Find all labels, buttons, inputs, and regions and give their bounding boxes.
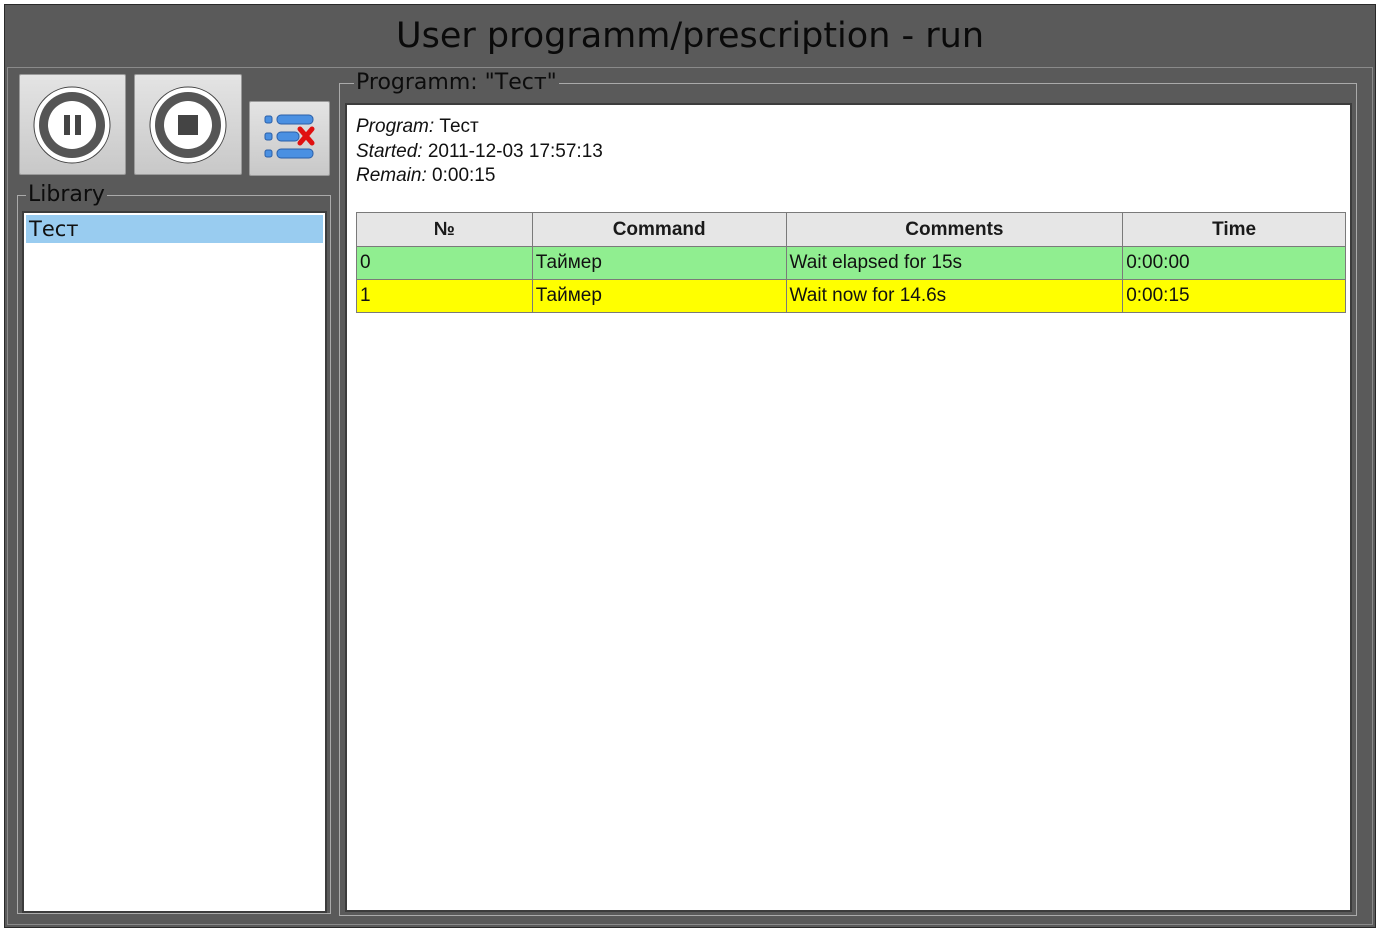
- table-header-row: № Command Comments Time: [356, 212, 1346, 247]
- pause-button[interactable]: [19, 74, 126, 175]
- cell-time: 0:00:00: [1122, 246, 1346, 280]
- stop-button[interactable]: [134, 74, 242, 175]
- remain-value: 0:00:15: [432, 165, 496, 186]
- list-remove-icon: [264, 114, 315, 159]
- library-item-test[interactable]: Тест: [26, 215, 323, 243]
- program-value: Тест: [439, 116, 479, 137]
- started-row: Started: 2011-12-03 17:57:13: [356, 140, 603, 165]
- cell-comments: Wait elapsed for 15s: [785, 246, 1124, 280]
- library-label: Library: [26, 182, 107, 207]
- remain-row: Remain: 0:00:15: [356, 164, 603, 189]
- cell-time: 0:00:15: [1122, 279, 1346, 313]
- header-command[interactable]: Command: [531, 212, 787, 247]
- clear-list-button[interactable]: [249, 101, 330, 176]
- program-row: Program: Тест: [356, 115, 603, 140]
- started-label: Started:: [356, 140, 423, 162]
- header-time[interactable]: Time: [1122, 212, 1346, 247]
- started-value: 2011-12-03 17:57:13: [427, 140, 603, 162]
- program-group-label: Programm: "Тест": [354, 70, 559, 95]
- title-bar: User programm/prescription - run: [5, 5, 1375, 71]
- program-info: Program: Тест Started: 2011-12-03 17:57:…: [356, 115, 603, 189]
- header-number[interactable]: №: [356, 212, 533, 247]
- commands-table: № Command Comments Time 0 Таймер Wait el…: [356, 212, 1346, 313]
- cell-number: 1: [356, 279, 533, 313]
- cell-number: 0: [356, 246, 533, 280]
- cell-command: Таймер: [531, 246, 787, 280]
- pause-circle-icon: [33, 86, 111, 164]
- table-row[interactable]: 1 Таймер Wait now for 14.6s 0:00:15: [356, 279, 1346, 313]
- program-panel: Program: Тест Started: 2011-12-03 17:57:…: [345, 103, 1352, 912]
- program-label: Program:: [356, 116, 435, 137]
- library-list[interactable]: Тест: [22, 211, 327, 913]
- stop-circle-icon: [149, 86, 227, 164]
- remain-label: Remain:: [356, 165, 427, 186]
- cell-command: Таймер: [531, 279, 787, 313]
- cell-comments: Wait now for 14.6s: [785, 279, 1124, 313]
- window-title: User programm/prescription - run: [395, 15, 985, 56]
- table-row[interactable]: 0 Таймер Wait elapsed for 15s 0:00:00: [356, 246, 1346, 280]
- header-comments[interactable]: Comments: [785, 212, 1124, 247]
